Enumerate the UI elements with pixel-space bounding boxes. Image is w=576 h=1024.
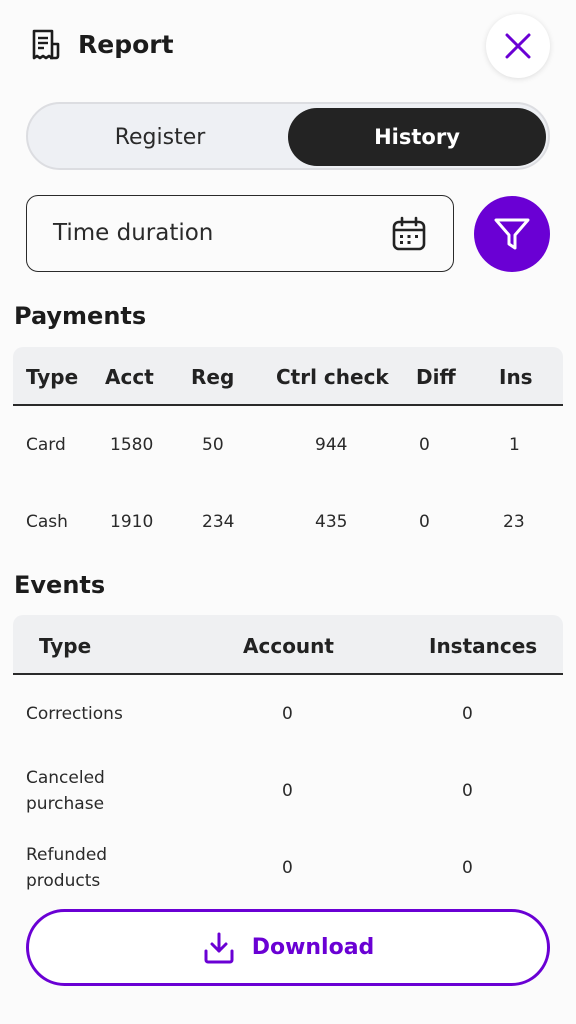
payments-cell-type: Card: [26, 435, 66, 455]
events-cell-instances: 0: [462, 781, 473, 801]
events-col-type: Type: [39, 634, 92, 658]
events-cell-type: Corrections: [26, 704, 123, 724]
payments-title: Payments: [14, 302, 147, 330]
payments-col-ins: Ins: [499, 365, 533, 389]
close-button[interactable]: [486, 14, 550, 78]
payments-cell-diff: 0: [419, 435, 430, 455]
events-cell-type-line1: Canceled: [26, 768, 105, 788]
header: Report: [0, 0, 576, 92]
events-cell-account: 0: [282, 704, 293, 724]
payments-cell-ins: 23: [503, 512, 525, 532]
events-cell-type-line2: products: [26, 871, 101, 891]
payments-cell-type: Cash: [26, 512, 68, 532]
payments-cell-ins: 1: [509, 435, 520, 455]
payments-cell-acct: 1910: [110, 512, 154, 532]
events-col-account: Account: [243, 634, 334, 658]
payments-cell-ctrl-check: 435: [315, 512, 348, 532]
filter-button[interactable]: [474, 196, 550, 272]
tab-register[interactable]: Register: [32, 108, 288, 166]
events-cell-account: 0: [282, 858, 293, 878]
events-table-header: Type Account Instances: [13, 615, 563, 675]
time-duration-label: Time duration: [53, 220, 214, 246]
events-cell-type-line1: Refunded: [26, 845, 108, 865]
payments-cell-diff: 0: [419, 512, 430, 532]
payments-col-type: Type: [26, 365, 79, 389]
events-col-instances: Instances: [429, 634, 538, 658]
tab-switcher: Register History: [26, 102, 550, 170]
download-button[interactable]: Download: [26, 909, 550, 986]
calendar-icon: [392, 216, 426, 251]
payments-table-header: Type Acct Reg Ctrl check Diff Ins: [13, 347, 563, 406]
payments-cell-acct: 1580: [110, 435, 154, 455]
download-label: Download: [251, 935, 375, 960]
tab-history[interactable]: History: [288, 108, 546, 166]
payments-col-acct: Acct: [105, 365, 154, 389]
close-icon: [505, 33, 531, 59]
time-duration-field[interactable]: Time duration: [26, 195, 454, 272]
payments-col-reg: Reg: [191, 365, 235, 389]
payments-col-ctrl-check: Ctrl check: [276, 365, 389, 389]
download-icon: [204, 932, 234, 963]
payments-col-diff: Diff: [416, 365, 456, 389]
events-title: Events: [14, 571, 106, 599]
filter-icon: [494, 218, 530, 250]
page-title: Report: [78, 30, 174, 59]
payments-cell-ctrl-check: 944: [315, 435, 348, 455]
events-cell-instances: 0: [462, 858, 473, 878]
payments-cell-reg: 234: [202, 512, 235, 532]
payments-cell-reg: 50: [202, 435, 224, 455]
receipt-icon: [32, 29, 60, 60]
events-cell-instances: 0: [462, 704, 473, 724]
events-cell-account: 0: [282, 781, 293, 801]
events-cell-type-line2: purchase: [26, 794, 105, 814]
